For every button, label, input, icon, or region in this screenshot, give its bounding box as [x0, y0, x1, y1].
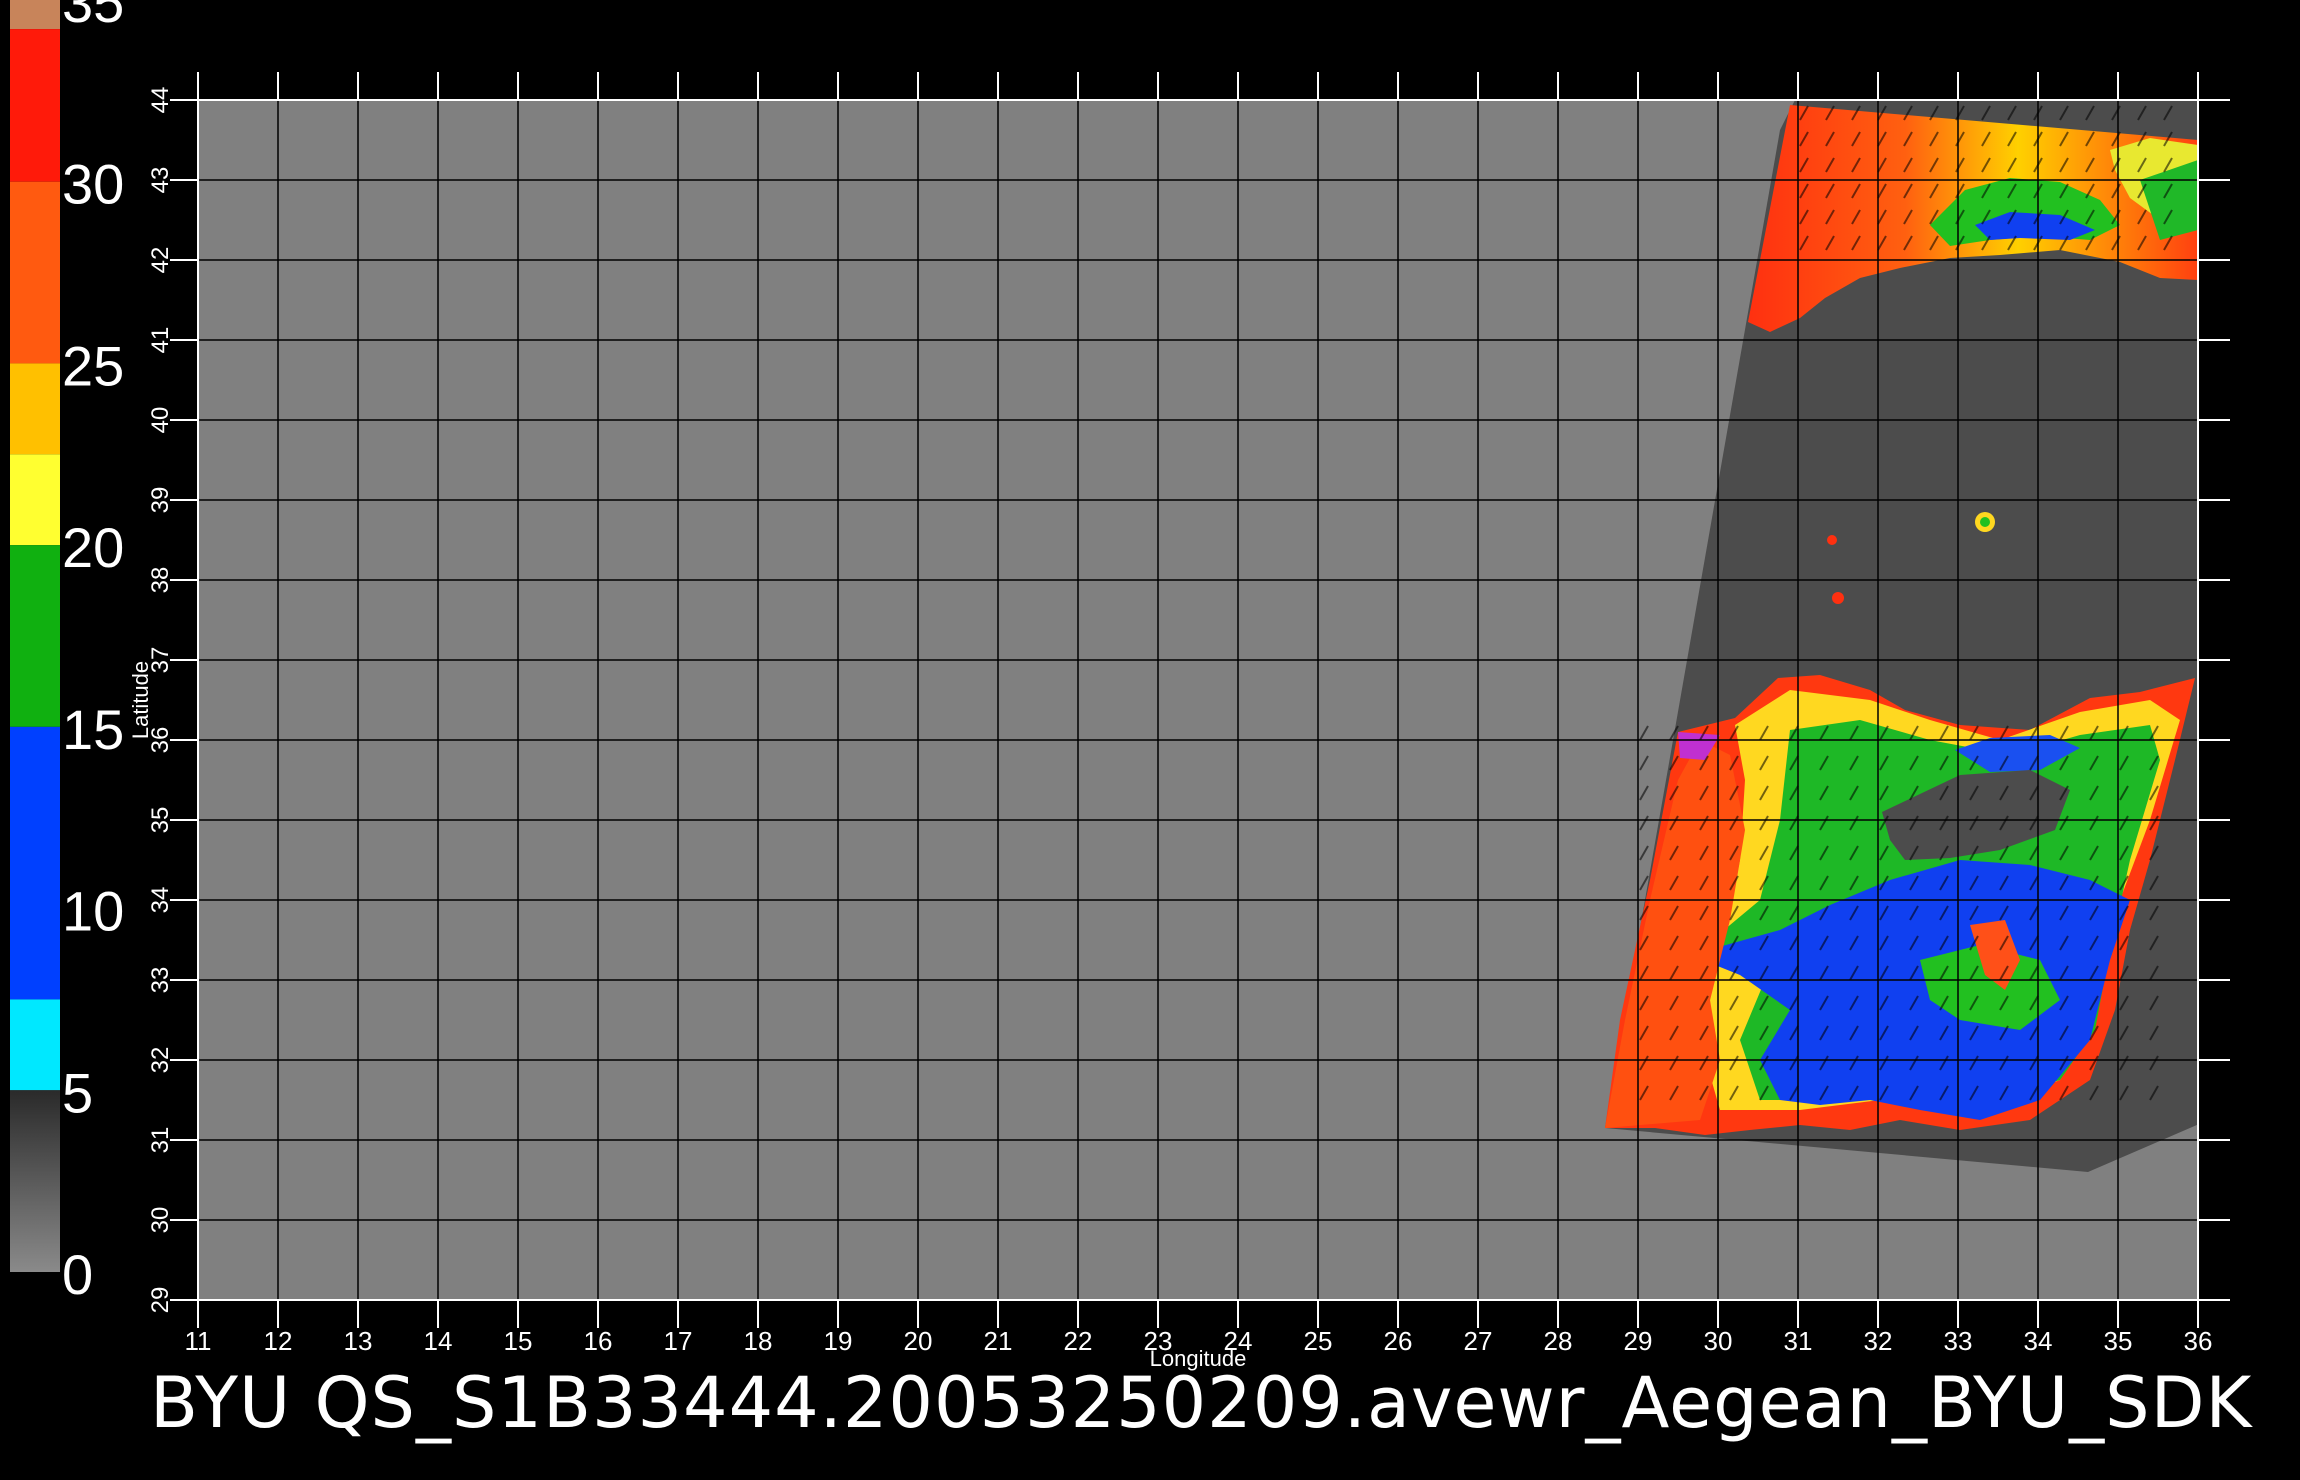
x-tick-label: 12	[264, 1326, 293, 1356]
colorbar-segment	[10, 1090, 60, 1272]
x-tick-label: 13	[344, 1326, 373, 1356]
x-tick-label: 11	[185, 1326, 212, 1356]
x-tick-label: 18	[744, 1326, 773, 1356]
colorbar-segment	[10, 0, 60, 30]
y-tick-label: 38	[147, 567, 174, 594]
map-panel: 11 12 13 14 15 16 17 18 19 20 21 22 23 24 25 26 27 28 29 30…	[128, 72, 2230, 1371]
colorbar-tick-label: 35	[62, 0, 124, 34]
x-tick-label: 35	[2104, 1326, 2133, 1356]
colorbar-segment	[10, 454, 60, 546]
x-tick-label: 26	[1384, 1326, 1413, 1356]
colorbar-tick-label: 30	[62, 153, 124, 216]
colorbar-segment	[10, 999, 60, 1091]
y-tick-label: 43	[147, 167, 174, 194]
y-tick-label: 31	[147, 1127, 174, 1154]
colorbar-segment	[10, 181, 60, 364]
x-tick-label: 32	[1864, 1326, 1893, 1356]
y-tick-label: 41	[147, 327, 174, 354]
figure-caption: BYU QS_S1B33444.20053250209.avewr_Aegean…	[150, 1362, 2253, 1444]
island-speck	[1827, 535, 1837, 545]
y-tick-label: 33	[147, 967, 174, 994]
x-tick-label: 34	[2024, 1326, 2053, 1356]
x-tick-label: 30	[1704, 1326, 1733, 1356]
x-tick-label: 14	[424, 1326, 453, 1356]
map-figure: 35 30 25 20 15 10 5 0 11 12 13 14 15 16 17 18 1…	[10, 0, 2230, 1371]
x-tick-label: 27	[1464, 1326, 1493, 1356]
x-tick-label: 22	[1064, 1326, 1093, 1356]
x-tick-label: 25	[1304, 1326, 1333, 1356]
colorbar-tick-label: 0	[62, 1243, 93, 1306]
x-tick-label: 20	[904, 1326, 933, 1356]
x-tick-label: 29	[1624, 1326, 1653, 1356]
y-tick-label: 34	[147, 887, 174, 914]
colorbar-segment	[10, 545, 60, 727]
colorbar-tick-label: 10	[62, 880, 124, 943]
x-tick-label: 16	[584, 1326, 613, 1356]
colorbar-segment	[10, 29, 60, 182]
x-tick-label: 33	[1944, 1326, 1973, 1356]
y-tick-label: 39	[147, 487, 174, 514]
colorbar-segment	[10, 726, 60, 1000]
y-tick-label: 32	[147, 1047, 174, 1074]
colorbar: 35 30 25 20 15 10 5 0	[10, 0, 124, 1306]
y-tick-label: 40	[147, 407, 174, 434]
x-tick-label: 36	[2184, 1326, 2213, 1356]
colorbar-tick-label: 15	[62, 698, 124, 761]
colorbar-tick-label: 20	[62, 516, 124, 579]
x-tick-label: 19	[824, 1326, 853, 1356]
colorbar-tick-label: 5	[62, 1061, 93, 1124]
x-tick-label: 31	[1784, 1326, 1813, 1356]
x-tick-label: 28	[1544, 1326, 1573, 1356]
y-axis-label: Latitude	[128, 661, 153, 739]
x-tick-label: 21	[984, 1326, 1013, 1356]
colorbar-segment	[10, 363, 60, 455]
x-tick-label: 15	[504, 1326, 533, 1356]
y-tick-label: 30	[147, 1207, 174, 1234]
y-tick-label: 42	[147, 247, 174, 274]
island-speck-core	[1980, 517, 1990, 527]
island-speck	[1832, 592, 1844, 604]
y-tick-label: 35	[147, 807, 174, 834]
colorbar-tick-label: 25	[62, 334, 124, 397]
y-tick-label: 29	[147, 1287, 174, 1314]
x-tick-label: 17	[664, 1326, 693, 1356]
y-tick-label: 44	[147, 87, 174, 114]
